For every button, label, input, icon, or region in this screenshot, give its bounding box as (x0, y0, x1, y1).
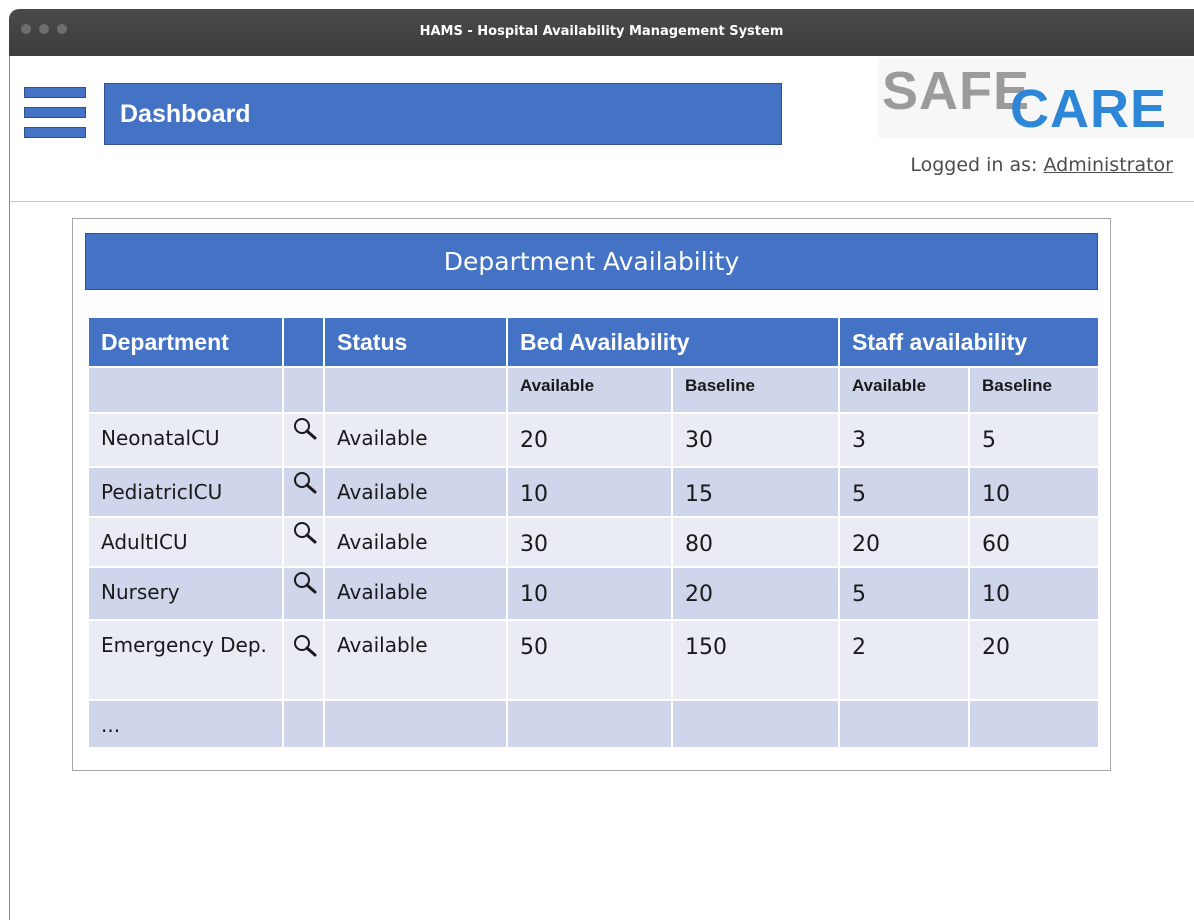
staff-available-cell: 5 (838, 466, 971, 518)
status-cell: Available (323, 619, 508, 701)
col-header-status: Status (323, 316, 508, 368)
department-cell: AdultICU (87, 516, 284, 568)
bed-available-cell: 10 (506, 466, 673, 518)
table-subheader-row: Available Baseline Available Baseline (87, 366, 1101, 414)
staff-available-cell: 5 (838, 566, 971, 621)
subheader-staff-baseline: Baseline (968, 366, 1101, 414)
bed-baseline-cell: 150 (670, 619, 841, 701)
staff-baseline-cell: 60 (968, 516, 1101, 568)
bed-available-cell: 50 (506, 619, 673, 701)
window-title: HAMS - Hospital Availability Management … (419, 24, 784, 39)
bed-baseline-cell: 20 (670, 566, 841, 621)
bed-available-cell: 20 (506, 412, 673, 468)
page-title: Dashboard (120, 100, 251, 128)
subheader-staff-available: Available (838, 366, 971, 414)
login-info: Logged in as: Administrator (910, 154, 1173, 176)
staff-available-cell: 20 (838, 516, 971, 568)
department-cell: NeonatalCU (87, 412, 284, 468)
status-cell: Available (323, 412, 508, 468)
table-row[interactable]: AdultICU Available 30 80 20 60 (87, 516, 1101, 568)
staff-baseline-cell: 20 (968, 619, 1101, 701)
bed-available-cell: 30 (506, 516, 673, 568)
staff-available-cell: 3 (838, 412, 971, 468)
window-border (9, 56, 10, 920)
department-cell: Emergency Dep. (87, 619, 284, 701)
bed-baseline-cell: 30 (670, 412, 841, 468)
staff-baseline-cell: 10 (968, 466, 1101, 518)
status-cell: Available (323, 466, 508, 518)
table-row[interactable]: NeonatalCU Available 20 30 3 5 (87, 412, 1101, 468)
panel-title: Department Availability (85, 233, 1098, 290)
user-link[interactable]: Administrator (1043, 154, 1173, 176)
department-cell: Nursery (87, 566, 284, 621)
col-header-department: Department (87, 316, 284, 368)
magnifier-icon[interactable] (292, 633, 318, 659)
bed-baseline-cell: 80 (670, 516, 841, 568)
login-prefix: Logged in as: (910, 154, 1038, 176)
department-availability-panel: Department Availability Department Statu… (72, 218, 1111, 771)
status-cell: Available (323, 516, 508, 568)
col-header-staff-availability: Staff availability (838, 316, 1101, 368)
table-row[interactable]: Nursery Available 10 20 5 10 (87, 566, 1101, 621)
col-header-action (282, 316, 325, 368)
header-divider (10, 201, 1194, 202)
subheader-bed-available: Available (506, 366, 673, 414)
page-header: Dashboard (104, 83, 782, 145)
table-row[interactable]: Emergency Dep. Available 50 150 2 20 (87, 619, 1101, 701)
staff-baseline-cell: 10 (968, 566, 1101, 621)
bed-baseline-cell: 15 (670, 466, 841, 518)
logo-text-care: CARE (1010, 79, 1168, 139)
availability-table: Department Status Bed Availability Staff… (87, 316, 1101, 749)
bed-available-cell: 10 (506, 566, 673, 621)
window-titlebar: HAMS - Hospital Availability Management … (9, 9, 1194, 56)
table-row-more: ... (87, 699, 1101, 749)
department-cell: PediatricICU (87, 466, 284, 518)
magnifier-icon[interactable] (292, 520, 318, 546)
status-cell: Available (323, 566, 508, 621)
staff-available-cell: 2 (838, 619, 971, 701)
safecare-logo: SAFE CARE (878, 58, 1194, 139)
app-window: HAMS - Hospital Availability Management … (0, 0, 1194, 920)
table-row[interactable]: PediatricICU Available 10 15 5 10 (87, 466, 1101, 518)
magnifier-icon[interactable] (292, 416, 318, 442)
hamburger-menu-icon[interactable] (24, 87, 86, 143)
magnifier-icon[interactable] (292, 570, 318, 596)
magnifier-icon[interactable] (292, 470, 318, 496)
staff-baseline-cell: 5 (968, 412, 1101, 468)
subheader-bed-baseline: Baseline (670, 366, 841, 414)
more-rows-indicator: ... (87, 699, 284, 749)
col-header-bed-availability: Bed Availability (505, 316, 841, 368)
logo-text-safe: SAFE (882, 61, 1031, 121)
table-header-row: Department Status Bed Availability Staff… (87, 316, 1101, 368)
